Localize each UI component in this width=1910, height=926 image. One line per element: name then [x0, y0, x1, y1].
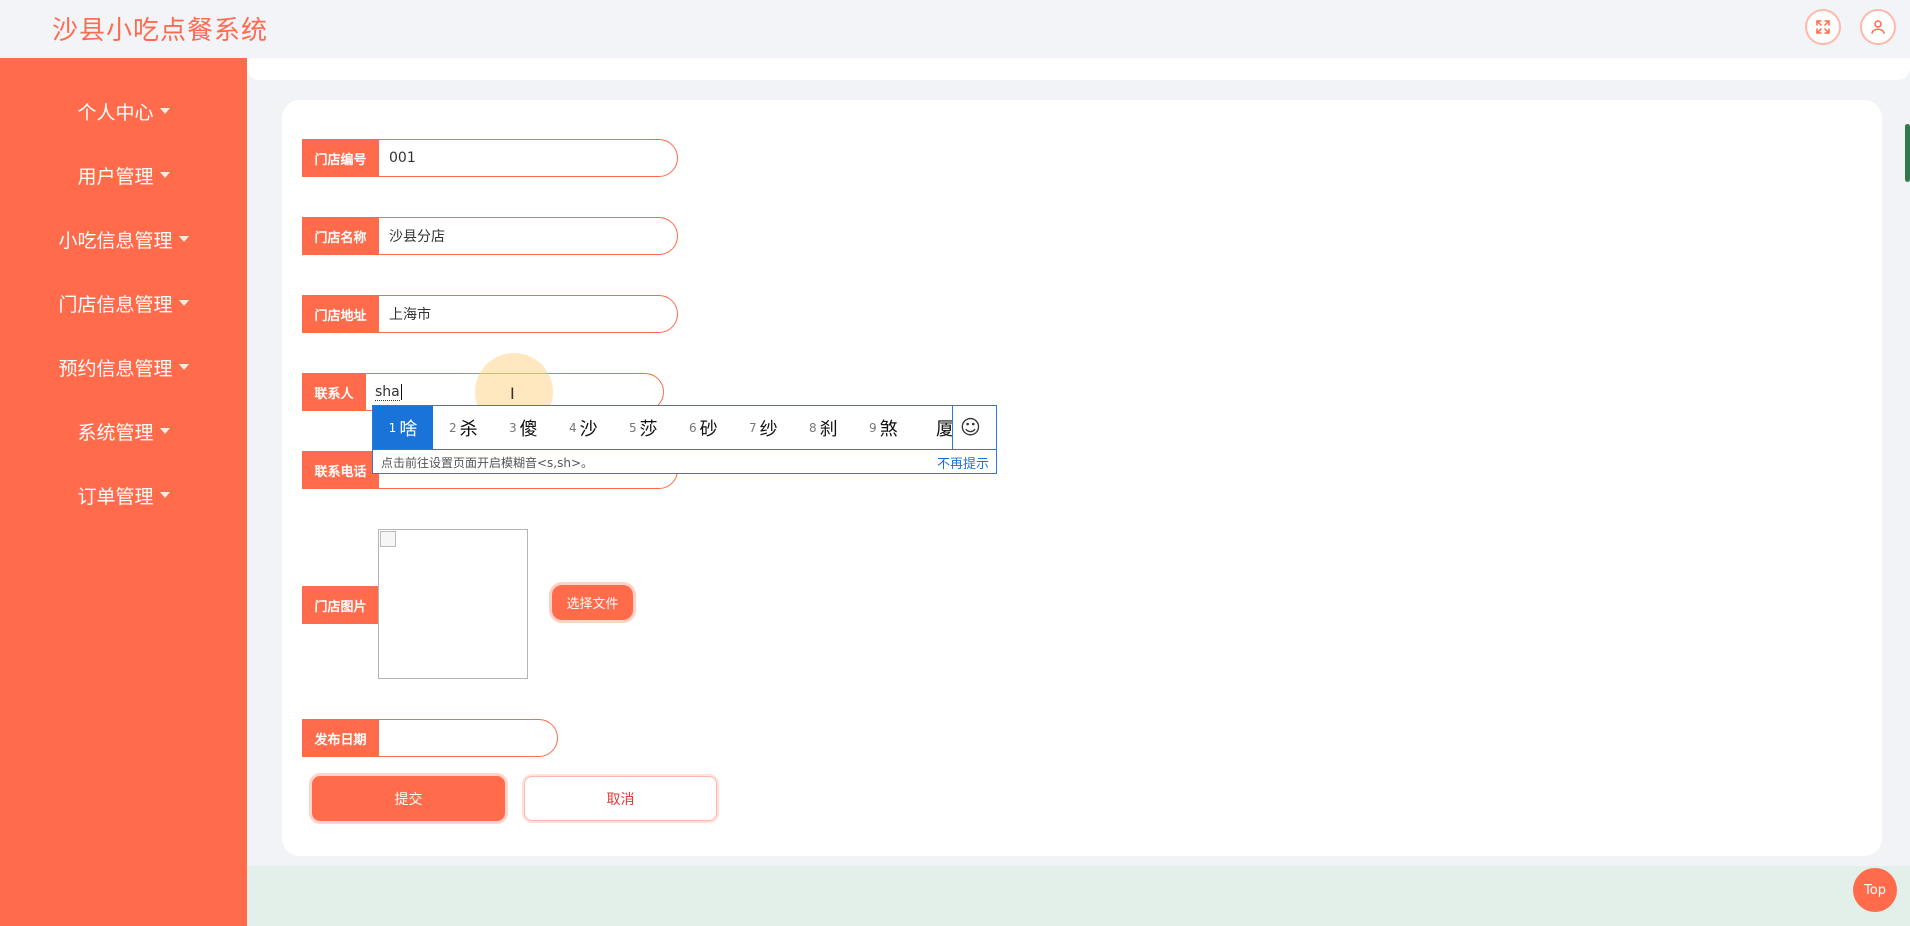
candidate-number: 8 — [809, 420, 817, 435]
store-address-label: 门店地址 — [302, 295, 379, 333]
user-icon — [1871, 20, 1885, 34]
publish-date-label: 发布日期 — [302, 719, 379, 757]
store-name-input[interactable]: 沙县分店 — [378, 217, 678, 255]
ime-candidate[interactable]: 8刹 — [809, 406, 838, 449]
sidebar-item-label: 预约信息管理 — [58, 357, 173, 380]
store-address-input[interactable]: 上海市 — [378, 295, 678, 333]
app-header: 沙县小吃点餐系统 — [0, 0, 1910, 58]
store-name-label: 门店名称 — [302, 217, 379, 255]
candidate-text: 杀 — [459, 418, 478, 440]
ime-candidate[interactable]: 2杀 — [449, 406, 478, 449]
ime-candidate-popup: 1啥 2杀 3傻 4沙 5莎 6砂 7纱 8刹 9煞 厦 ☺ 点击前往设置页面开… — [372, 405, 997, 474]
ime-candidate[interactable]: 9煞 — [869, 406, 898, 449]
user-button[interactable] — [1860, 9, 1896, 45]
sidebar-item-order-management[interactable]: 订单管理 — [0, 475, 247, 515]
ime-candidate[interactable]: 5莎 — [629, 406, 658, 449]
store-image-label: 门店图片 — [302, 586, 379, 624]
footer-band — [247, 866, 1910, 926]
cancel-button[interactable]: 取消 — [524, 776, 717, 821]
candidate-text: 沙 — [579, 418, 598, 440]
ime-candidate[interactable]: 4沙 — [569, 406, 598, 449]
candidate-text: 傻 — [519, 418, 538, 440]
sidebar-item-system-management[interactable]: 系统管理 — [0, 411, 247, 451]
candidate-number: 7 — [749, 420, 757, 435]
app-title: 沙县小吃点餐系统 — [52, 16, 269, 46]
caret-down-icon — [159, 172, 170, 178]
sidebar-item-label: 小吃信息管理 — [58, 229, 173, 252]
scrollbar-thumb[interactable] — [1905, 124, 1910, 182]
sidebar-item-snack-management[interactable]: 小吃信息管理 — [0, 219, 247, 259]
candidate-number: 5 — [629, 420, 637, 435]
store-image-preview — [378, 529, 528, 679]
ime-candidate[interactable]: 厦 — [936, 406, 952, 449]
sidebar-item-label: 个人中心 — [77, 101, 154, 124]
caret-down-icon — [178, 300, 189, 306]
expand-icon — [1816, 20, 1830, 34]
sidebar-item-label: 门店信息管理 — [58, 293, 173, 316]
ime-hint-bar: 点击前往设置页面开启模糊音<s,sh>。 不再提示 — [373, 449, 996, 473]
choose-file-button[interactable]: 选择文件 — [552, 585, 633, 620]
candidate-text: 啥 — [399, 418, 418, 440]
candidate-text: 煞 — [879, 418, 898, 440]
submit-button[interactable]: 提交 — [312, 776, 505, 821]
candidate-text: 厦 — [936, 418, 952, 440]
candidate-text: 刹 — [819, 418, 838, 440]
ime-candidate[interactable]: 3傻 — [509, 406, 538, 449]
sidebar-item-label: 订单管理 — [77, 485, 154, 508]
ime-candidate[interactable]: 1啥 — [373, 406, 433, 449]
sidebar-item-personal-center[interactable]: 个人中心 — [0, 91, 247, 131]
publish-date-input[interactable] — [378, 719, 558, 757]
sidebar-item-user-management[interactable]: 用户管理 — [0, 155, 247, 195]
sidebar-item-store-management[interactable]: 门店信息管理 — [0, 283, 247, 323]
sidebar: 个人中心 用户管理 小吃信息管理 门店信息管理 预约信息管理 系统管理 订单管理 — [0, 58, 247, 926]
broken-image-icon — [380, 531, 396, 547]
contact-label: 联系人 — [302, 373, 366, 411]
candidate-number: 4 — [569, 420, 577, 435]
text-caret — [400, 384, 402, 400]
candidate-number: 2 — [449, 420, 457, 435]
candidate-text: 砂 — [699, 418, 718, 440]
caret-down-icon — [178, 236, 189, 242]
candidate-text: 纱 — [759, 418, 778, 440]
ime-dont-show-link[interactable]: 不再提示 — [937, 453, 989, 472]
back-to-top-button[interactable]: Top — [1853, 868, 1897, 912]
caret-down-icon — [178, 364, 189, 370]
candidate-number: 9 — [869, 420, 877, 435]
contact-input-value: sha — [375, 383, 400, 401]
candidate-number: 3 — [509, 420, 517, 435]
candidate-text: 莎 — [639, 418, 658, 440]
sidebar-item-label: 系统管理 — [77, 421, 154, 444]
caret-down-icon — [159, 492, 170, 498]
fullscreen-button[interactable] — [1805, 9, 1841, 45]
ime-candidate-row: 1啥 2杀 3傻 4沙 5莎 6砂 7纱 8刹 9煞 厦 ☺ — [373, 406, 996, 449]
text-cursor-icon: I — [510, 384, 515, 403]
store-no-input[interactable]: 001 — [378, 139, 678, 177]
ime-candidate[interactable]: 7纱 — [749, 406, 778, 449]
candidate-number: 1 — [388, 420, 397, 435]
sidebar-item-label: 用户管理 — [77, 165, 154, 188]
store-no-label: 门店编号 — [302, 139, 379, 177]
ime-divider — [952, 406, 953, 449]
caret-down-icon — [159, 108, 170, 114]
breadcrumb-bar — [247, 58, 1910, 80]
ime-candidate[interactable]: 6砂 — [689, 406, 718, 449]
phone-label: 联系电话 — [302, 451, 379, 489]
ime-hint-text[interactable]: 点击前往设置页面开启模糊音<s,sh>。 — [381, 454, 593, 471]
caret-down-icon — [159, 428, 170, 434]
sidebar-item-reservation-management[interactable]: 预约信息管理 — [0, 347, 247, 387]
candidate-number: 6 — [689, 420, 697, 435]
emoji-icon[interactable]: ☺ — [960, 415, 981, 439]
